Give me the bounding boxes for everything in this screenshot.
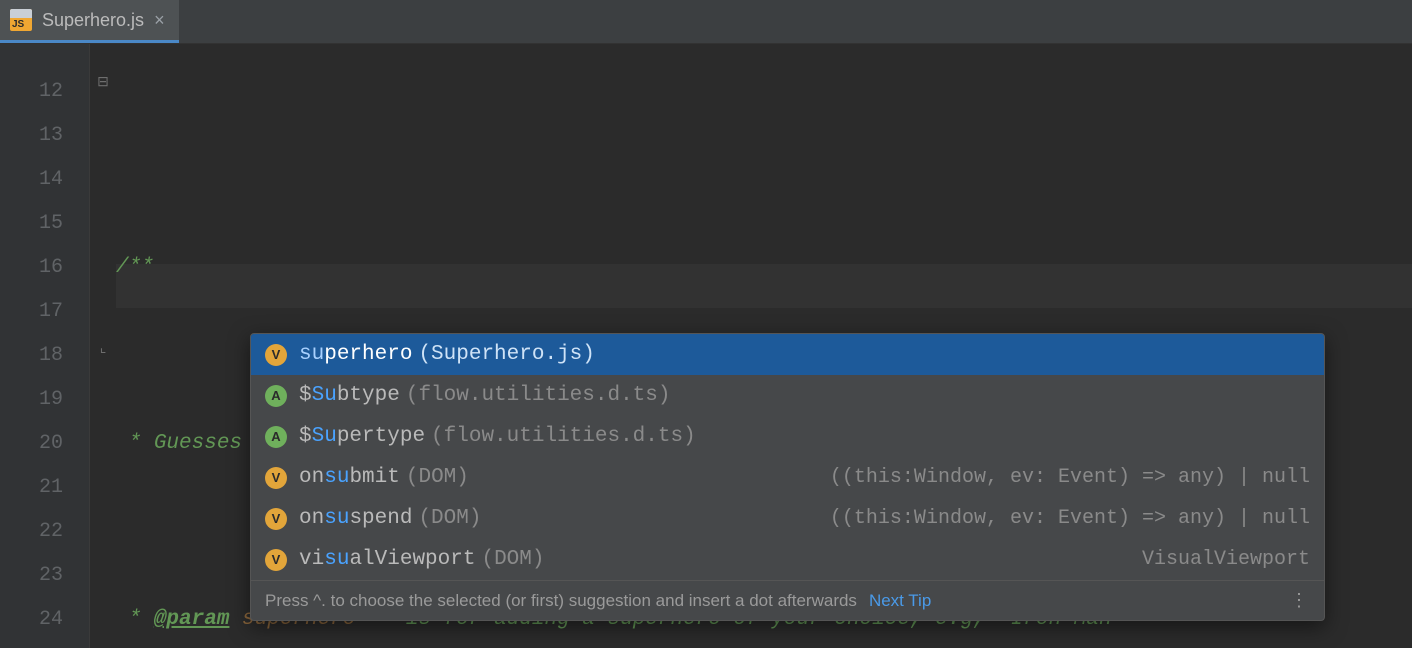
editor-tab[interactable]: JS Superhero.js × xyxy=(0,0,179,43)
code-text: * xyxy=(116,432,154,455)
completion-label: superhero (Superhero.js) xyxy=(299,343,595,366)
completion-item[interactable]: Vonsuspend (DOM) ((this:Window, ev: Event… xyxy=(251,498,1324,539)
fold-column: ⊟ ⌞ xyxy=(90,44,116,648)
completion-type: ((this:Window, ev: Event) => any) | null xyxy=(830,466,1310,489)
editor: 12131415161718192021222324 ⊟ ⌞ /** * Gue… xyxy=(0,44,1412,648)
code-text: /** xyxy=(116,256,154,279)
completion-type: VisualViewport xyxy=(1142,548,1310,571)
completion-label: visualViewport (DOM) xyxy=(299,548,544,571)
line-number: 14 xyxy=(0,158,63,202)
line-number: 16 xyxy=(0,246,63,290)
variable-badge-icon: V xyxy=(265,344,287,366)
completion-label: onsuspend (DOM) xyxy=(299,507,481,530)
code-text: * xyxy=(116,608,154,631)
line-number-gutter: 12131415161718192021222324 xyxy=(0,44,90,648)
close-icon[interactable]: × xyxy=(154,10,165,31)
fold-start-icon[interactable]: ⊟ xyxy=(90,74,116,91)
line-number: 22 xyxy=(0,510,63,554)
completion-type: ((this:Window, ev: Event) => any) | null xyxy=(830,507,1310,530)
variable-badge-icon: V xyxy=(265,508,287,530)
next-tip-link[interactable]: Next Tip xyxy=(869,591,931,611)
completion-item[interactable]: A $Subtype (flow.utilities.d.ts) xyxy=(251,375,1324,416)
line-number: 20 xyxy=(0,422,63,466)
jsdoc-tag: @param xyxy=(154,608,230,631)
completion-item[interactable]: Vsuperhero (Superhero.js) xyxy=(251,334,1324,375)
completion-item[interactable]: Vonsubmit (DOM) ((this:Window, ev: Event)… xyxy=(251,457,1324,498)
line-number: 19 xyxy=(0,378,63,422)
completion-item[interactable]: VvisualViewport (DOM) VisualViewport xyxy=(251,539,1324,580)
line-number: 13 xyxy=(0,114,63,158)
line-number: 24 xyxy=(0,598,63,642)
completion-label: onsubmit (DOM) xyxy=(299,466,469,489)
line-number: 23 xyxy=(0,554,63,598)
line-number: 18 xyxy=(0,334,63,378)
completion-label: $Subtype (flow.utilities.d.ts) xyxy=(299,384,671,407)
alias-badge-icon: A xyxy=(265,426,287,448)
js-file-icon: JS xyxy=(10,9,32,31)
line-number: 21 xyxy=(0,466,63,510)
tab-filename: Superhero.js xyxy=(42,10,144,31)
fold-end-icon[interactable]: ⌞ xyxy=(90,340,116,357)
line-number: 15 xyxy=(0,202,63,246)
line-number: 17 xyxy=(0,290,63,334)
completion-hint: Press ^. to choose the selected (or firs… xyxy=(265,591,857,611)
alias-badge-icon: A xyxy=(265,385,287,407)
tab-bar: JS Superhero.js × xyxy=(0,0,1412,44)
line-number: 12 xyxy=(0,70,63,114)
current-line-highlight xyxy=(116,264,1412,308)
kebab-menu-icon[interactable]: ⋮ xyxy=(1290,590,1310,611)
completion-footer: Press ^. to choose the selected (or firs… xyxy=(251,580,1324,620)
completion-item[interactable]: A $Supertype (flow.utilities.d.ts) xyxy=(251,416,1324,457)
variable-badge-icon: V xyxy=(265,549,287,571)
variable-badge-icon: V xyxy=(265,467,287,489)
completion-label: $Supertype (flow.utilities.d.ts) xyxy=(299,425,696,448)
completion-popup: Vsuperhero (Superhero.js) A $Subtype (flow… xyxy=(250,333,1325,621)
